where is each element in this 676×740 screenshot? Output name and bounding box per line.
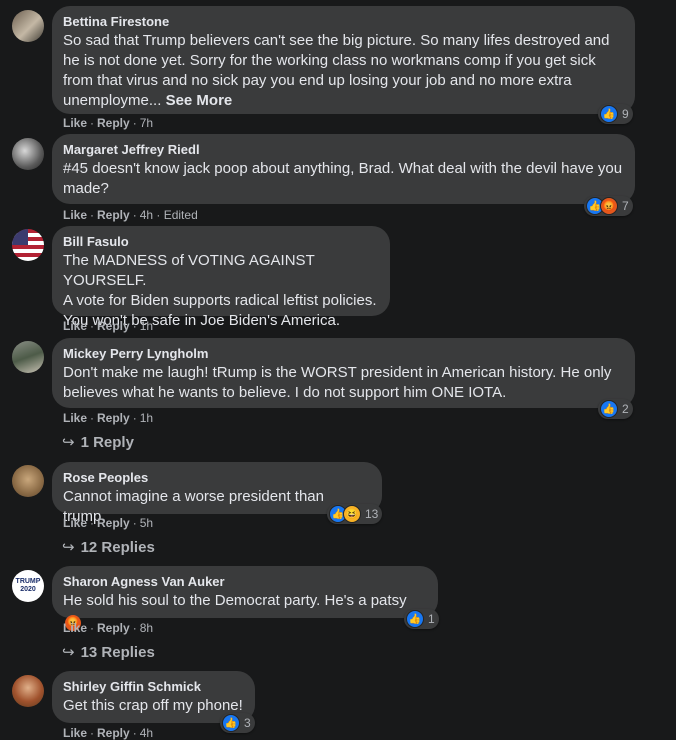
reply-arrow-icon: ↪ bbox=[62, 644, 75, 661]
timestamp[interactable]: 4h bbox=[140, 726, 153, 740]
comment-bubble: Sharon Agness Van Auker He sold his soul… bbox=[52, 566, 438, 631]
comment-text: Don't make me laugh! tRump is the WORST … bbox=[63, 364, 616, 401]
avatar[interactable] bbox=[12, 229, 44, 261]
reaction-summary[interactable]: 👍 9 bbox=[598, 104, 633, 124]
comment-text: #45 doesn't know jack poop about anythin… bbox=[63, 160, 627, 197]
avatar[interactable] bbox=[12, 675, 44, 707]
reply-button[interactable]: Reply bbox=[97, 516, 130, 530]
reply-button[interactable]: Reply bbox=[97, 208, 130, 222]
reaction-summary[interactable]: 👍 3 bbox=[220, 713, 255, 733]
comment-actions: Like · Reply · 1h bbox=[63, 411, 154, 425]
timestamp[interactable]: 1h bbox=[140, 319, 153, 333]
timestamp[interactable]: 5h bbox=[140, 516, 153, 530]
comment-text: So sad that Trump believers can't see th… bbox=[63, 32, 614, 109]
see-more-link[interactable]: See More bbox=[166, 92, 233, 109]
comment-bubble: Bill Fasulo The MADNESS of VOTING AGAINS… bbox=[52, 226, 390, 329]
like-reaction-icon: 👍 bbox=[600, 400, 618, 418]
reaction-summary[interactable]: 👍 😆 13 bbox=[327, 504, 383, 524]
reply-button[interactable]: Reply bbox=[97, 411, 130, 425]
avatar-logo-text: TRUMP 2020 bbox=[15, 578, 41, 593]
reply-button[interactable]: Reply bbox=[97, 116, 130, 130]
reply-button[interactable]: Reply bbox=[97, 726, 130, 740]
haha-reaction-icon: 😆 bbox=[343, 505, 361, 523]
view-replies-link[interactable]: ↪ 12 Replies bbox=[62, 538, 155, 556]
avatar[interactable] bbox=[12, 465, 44, 497]
comment-bubble: Mickey Perry Lyngholm Don't make me laug… bbox=[52, 338, 635, 408]
like-button[interactable]: Like bbox=[63, 621, 87, 635]
like-button[interactable]: Like bbox=[63, 208, 87, 222]
comment-bubble: Bettina Firestone So sad that Trump beli… bbox=[52, 6, 635, 114]
comment-author[interactable]: Bettina Firestone bbox=[63, 14, 623, 30]
comment-bubble: Margaret Jeffrey Riedl #45 doesn't know … bbox=[52, 134, 635, 204]
comment-actions: Like · Reply · 8h bbox=[63, 621, 154, 635]
comment-actions: Like · Reply · 7h bbox=[63, 116, 154, 130]
comment-actions: Like · Reply · 5h bbox=[63, 516, 154, 530]
comment-author[interactable]: Margaret Jeffrey Riedl bbox=[63, 142, 623, 158]
comment-author[interactable]: Rose Peoples bbox=[63, 470, 370, 486]
reaction-summary[interactable]: 👍 2 bbox=[598, 399, 633, 419]
avatar[interactable] bbox=[12, 341, 44, 373]
comment-author[interactable]: Mickey Perry Lyngholm bbox=[63, 346, 623, 362]
like-reaction-icon: 👍 bbox=[222, 714, 240, 732]
reply-button[interactable]: Reply bbox=[97, 621, 130, 635]
like-reaction-icon: 👍 bbox=[600, 105, 618, 123]
reaction-summary[interactable]: 👍 1 bbox=[404, 609, 439, 629]
comment-author[interactable]: Shirley Giffin Schmick bbox=[63, 679, 243, 695]
view-replies-link[interactable]: ↪ 13 Replies bbox=[62, 643, 155, 661]
like-button[interactable]: Like bbox=[63, 411, 87, 425]
reaction-count: 7 bbox=[622, 199, 629, 213]
like-button[interactable]: Like bbox=[63, 516, 87, 530]
timestamp[interactable]: 7h bbox=[140, 116, 153, 130]
comment-author[interactable]: Sharon Agness Van Auker bbox=[63, 574, 426, 590]
reaction-count: 9 bbox=[622, 107, 629, 121]
avatar[interactable] bbox=[12, 138, 44, 170]
comment-text: Get this crap off my phone! bbox=[63, 697, 243, 714]
reaction-count: 3 bbox=[244, 716, 251, 730]
reaction-count: 13 bbox=[365, 507, 379, 521]
timestamp[interactable]: 4h · Edited bbox=[140, 208, 198, 222]
avatar[interactable]: TRUMP 2020 bbox=[12, 570, 44, 602]
like-button[interactable]: Like bbox=[63, 726, 87, 740]
comment-actions: Like · Reply · 4h bbox=[63, 726, 154, 740]
timestamp[interactable]: 1h bbox=[140, 411, 153, 425]
reaction-summary[interactable]: 👍 😡 7 bbox=[584, 196, 633, 216]
angry-reaction-icon: 😡 bbox=[600, 197, 618, 215]
reaction-count: 1 bbox=[428, 612, 435, 626]
flag-canton bbox=[12, 229, 28, 245]
like-button[interactable]: Like bbox=[63, 116, 87, 130]
reaction-count: 2 bbox=[622, 402, 629, 416]
like-button[interactable]: Like bbox=[63, 319, 87, 333]
view-replies-link[interactable]: ↪ 1 Reply bbox=[62, 433, 134, 451]
comment-actions: Like · Reply · 1h bbox=[63, 319, 154, 333]
like-reaction-icon: 👍 bbox=[406, 610, 424, 628]
comment-author[interactable]: Bill Fasulo bbox=[63, 234, 378, 250]
reply-arrow-icon: ↪ bbox=[62, 539, 75, 556]
reply-button[interactable]: Reply bbox=[97, 319, 130, 333]
comment-actions: Like · Reply · 4h · Edited bbox=[63, 208, 198, 222]
timestamp[interactable]: 8h bbox=[140, 621, 153, 635]
reply-arrow-icon: ↪ bbox=[62, 434, 75, 451]
avatar[interactable] bbox=[12, 10, 44, 42]
